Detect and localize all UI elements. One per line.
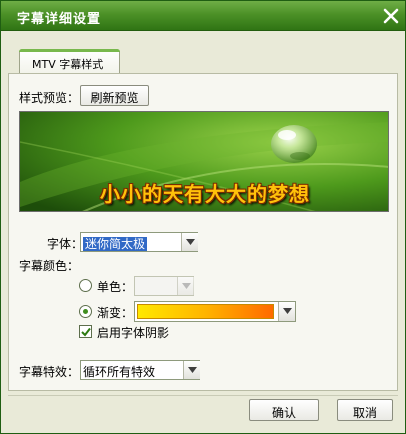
preview-caption-text: 小小的天有大大的梦想 <box>100 182 310 206</box>
tab-mtv-style[interactable]: MTV 字幕样式 <box>19 49 120 74</box>
single-color-radio[interactable] <box>79 279 92 292</box>
font-shadow-label: 启用字体阴影 <box>97 326 170 340</box>
gradient-color-radio[interactable] <box>79 305 92 318</box>
single-color-picker[interactable] <box>134 276 194 296</box>
refresh-preview-button[interactable]: 刷新预览 <box>80 85 149 106</box>
cancel-button-label: 取消 <box>352 406 377 420</box>
radio-selected-dot <box>83 309 88 314</box>
cancel-button[interactable]: 取消 <box>337 399 393 421</box>
chevron-down-icon[interactable] <box>278 302 295 321</box>
effect-selected-value: 循环所有特效 <box>83 365 156 379</box>
gradient-swatch <box>137 304 274 319</box>
font-label: 字体： <box>47 237 84 251</box>
window-title: 字幕详细设置 <box>17 12 102 27</box>
title-bar[interactable]: 字幕详细设置 <box>1 1 405 31</box>
dialog-window: 字幕详细设置 MTV 字幕样式 样式预览： 刷新预览 小小的天有大大的梦想 字体… <box>0 0 406 434</box>
checkmark-icon <box>81 327 91 337</box>
gradient-color-picker[interactable] <box>134 301 296 322</box>
confirm-button[interactable]: 确认 <box>249 399 319 421</box>
font-shadow-checkbox[interactable] <box>79 325 92 338</box>
tab-accent-bar <box>19 49 120 52</box>
style-preview-image: 小小的天有大大的梦想 <box>19 111 389 212</box>
preview-label: 样式预览： <box>19 91 80 105</box>
divider <box>8 395 398 396</box>
chevron-down-icon[interactable] <box>177 277 194 295</box>
font-selected-value: 迷你简太极 <box>83 237 148 251</box>
subtitle-color-label: 字幕颜色： <box>19 259 80 273</box>
subtitle-effect-label: 字幕特效： <box>19 365 80 379</box>
chevron-down-icon[interactable] <box>181 233 198 251</box>
confirm-button-label: 确认 <box>271 406 296 420</box>
tab-label: MTV 字幕样式 <box>32 58 104 71</box>
single-color-label: 单色： <box>97 280 134 294</box>
chevron-down-icon[interactable] <box>183 361 200 379</box>
subtitle-effect-select[interactable]: 循环所有特效 <box>80 360 200 380</box>
refresh-preview-label: 刷新预览 <box>90 91 139 105</box>
gradient-color-label: 渐变： <box>97 306 134 320</box>
font-select[interactable]: 迷你简太极 <box>80 232 198 252</box>
close-icon[interactable] <box>381 6 401 26</box>
